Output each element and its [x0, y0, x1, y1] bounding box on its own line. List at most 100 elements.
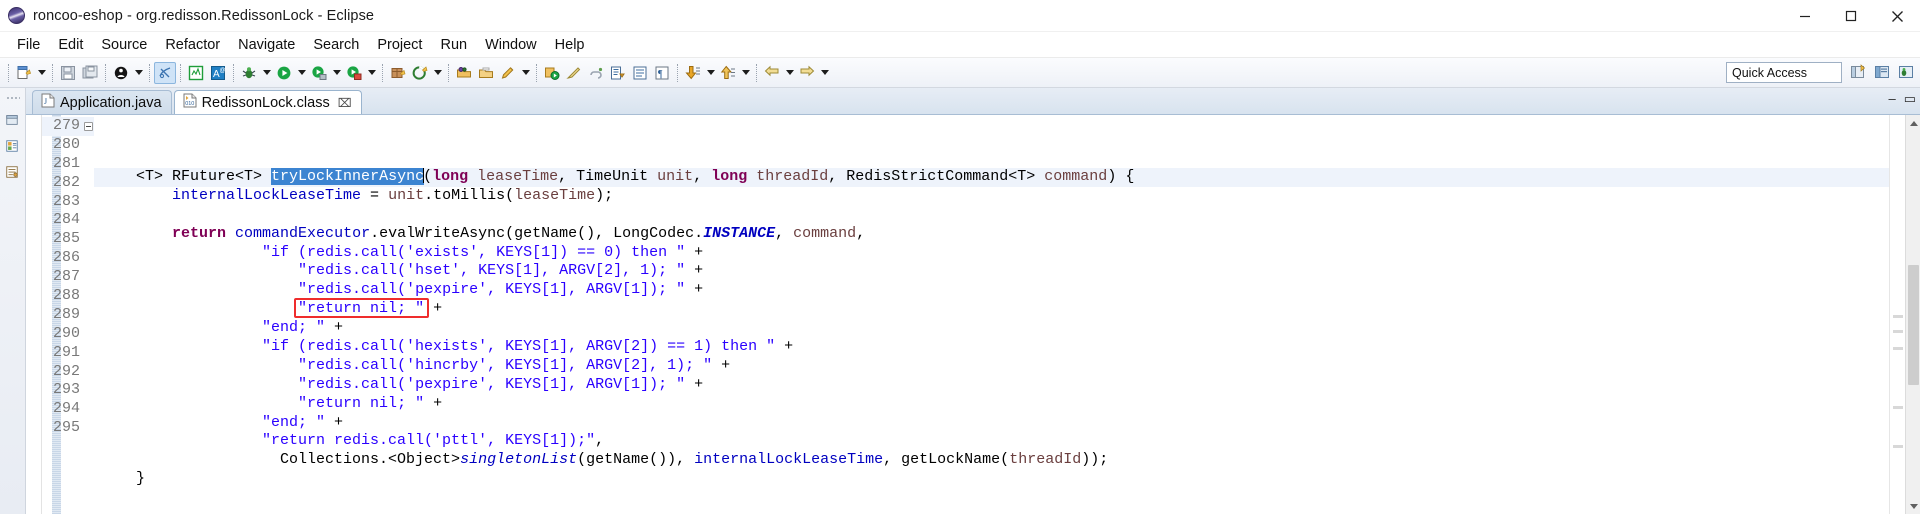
print-icon[interactable]	[110, 62, 132, 84]
tab-application-java[interactable]: J Application.java	[32, 90, 172, 114]
new-file-icon[interactable]	[13, 62, 35, 84]
brush-icon[interactable]	[563, 62, 585, 84]
menu-item-source[interactable]: Source	[92, 35, 156, 55]
coverage-dropdown-icon[interactable]	[365, 62, 378, 84]
code-token: leaseTime	[477, 168, 559, 185]
overview-ruler[interactable]	[1889, 115, 1905, 514]
menu-item-navigate[interactable]: Navigate	[229, 35, 304, 55]
mark-occurrences-icon[interactable]	[154, 61, 176, 84]
code-line[interactable]: "redis.call('pexpire', KEYS[1], ARGV[1])…	[94, 376, 1889, 395]
bug-icon[interactable]	[238, 62, 260, 84]
run-dropdown-icon[interactable]	[295, 62, 308, 84]
menu-item-run[interactable]: Run	[431, 35, 476, 55]
code-line[interactable]: "return nil; " +	[94, 395, 1889, 414]
code-line[interactable]: "if (redis.call('exists', KEYS[1]) == 0)…	[94, 244, 1889, 263]
code-line[interactable]: internalLockLeaseTime = unit.toMillis(le…	[94, 187, 1889, 206]
search-dropdown-icon[interactable]	[519, 62, 532, 84]
menu-item-refactor[interactable]: Refactor	[156, 35, 229, 55]
code-token: +	[325, 413, 344, 431]
new-wizard-dropdown-icon[interactable]	[35, 62, 48, 84]
print-dropdown-icon[interactable]	[132, 62, 145, 84]
annotation-icon[interactable]: A @	[207, 62, 229, 84]
run-icon[interactable]	[273, 62, 295, 84]
external-tools-dropdown-icon[interactable]	[330, 62, 343, 84]
save-icon[interactable]	[57, 62, 79, 84]
back-dropdown-icon[interactable]	[783, 62, 796, 84]
code-line[interactable]: "return nil; " +	[94, 300, 1889, 319]
git-icon[interactable]	[409, 62, 431, 84]
source-editor[interactable]: 279 280 281 282 283 284 285 286 287 288 289 290 291 2…	[26, 115, 1920, 514]
java-project-icon[interactable]	[185, 62, 207, 84]
code-line[interactable]: "redis.call('hset', KEYS[1], ARGV[2], 1)…	[94, 262, 1889, 281]
code-line[interactable]: "return redis.call('pttl', KEYS[1]);",	[94, 432, 1889, 451]
tab-redissonlock-class[interactable]: 010 RedissonLock.class ⌧	[173, 90, 362, 114]
profile-icon[interactable]	[541, 62, 563, 84]
arrow-down-icon[interactable]	[682, 62, 704, 84]
link-icon[interactable]	[585, 62, 607, 84]
debug-dropdown-icon[interactable]	[260, 62, 273, 84]
fold-collapse-icon[interactable]	[84, 122, 93, 131]
debug-perspective-icon[interactable]	[1895, 61, 1916, 82]
maximize-editor-icon[interactable]: ▭	[1904, 92, 1916, 105]
code-text[interactable]: <T> RFuture<T> tryLockInnerAsync(long le…	[94, 115, 1889, 514]
overview-mark	[1893, 406, 1903, 409]
arrow-up-icon[interactable]	[717, 62, 739, 84]
git-dropdown-icon[interactable]	[431, 62, 444, 84]
open-task-icon[interactable]	[475, 62, 497, 84]
java-perspective-icon[interactable]	[1871, 61, 1892, 82]
code-line[interactable]: Collections.<Object>singletonList(getNam…	[94, 451, 1889, 470]
code-line[interactable]: "end; " +	[94, 319, 1889, 338]
toolbar-separator	[756, 63, 757, 82]
restore-view-icon[interactable]	[5, 113, 21, 129]
code-token: commandExecutor	[235, 224, 371, 242]
close-button[interactable]	[1874, 0, 1920, 32]
next-annotation-icon[interactable]	[607, 62, 629, 84]
toolbar-separator	[677, 63, 678, 82]
forward-arrow-icon[interactable]	[796, 62, 818, 84]
code-line[interactable]: "end; " +	[94, 414, 1889, 433]
menu-item-search[interactable]: Search	[304, 35, 368, 55]
scroll-up-icon[interactable]	[1906, 115, 1920, 131]
package-icon[interactable]	[387, 62, 409, 84]
open-perspective-icon[interactable]	[1847, 61, 1868, 82]
minimize-editor-icon[interactable]: –	[1888, 92, 1895, 105]
search-pencil-icon[interactable]	[497, 62, 519, 84]
fast-view-bar	[0, 88, 26, 514]
scroll-down-icon[interactable]	[1906, 498, 1920, 514]
menu-item-file[interactable]: File	[8, 35, 49, 55]
package-explorer-icon[interactable]	[5, 139, 21, 155]
code-line[interactable]: "if (redis.call('hexists', KEYS[1], ARGV…	[94, 338, 1889, 357]
close-icon[interactable]: ⌧	[338, 96, 352, 110]
minimize-button[interactable]	[1782, 0, 1828, 32]
back-arrow-icon[interactable]	[761, 62, 783, 84]
fast-view-drag-handle[interactable]	[5, 96, 20, 101]
maximize-button[interactable]	[1828, 0, 1874, 32]
previous-edit-dropdown-icon[interactable]	[739, 62, 752, 84]
open-type-icon[interactable]	[453, 62, 475, 84]
coverage-icon[interactable]	[343, 62, 365, 84]
external-tools-icon[interactable]	[308, 62, 330, 84]
code-token: "redis.call('hset', KEYS[1], ARGV[2], 1)…	[298, 262, 686, 280]
line-number: 289	[52, 305, 80, 323]
menu-item-edit[interactable]: Edit	[49, 35, 92, 55]
code-line[interactable]: "redis.call('hincrby', KEYS[1], ARGV[2],…	[94, 357, 1889, 376]
quick-access-field[interactable]: Quick Access	[1726, 62, 1842, 83]
previous-annotation-icon[interactable]	[629, 62, 651, 84]
code-line[interactable]: return commandExecutor.evalWriteAsync(ge…	[94, 225, 1889, 244]
menu-item-window[interactable]: Window	[476, 35, 546, 55]
code-line[interactable]: }	[94, 470, 1889, 489]
outline-view-icon[interactable]	[5, 165, 21, 181]
code-line[interactable]: "redis.call('pexpire', KEYS[1], ARGV[1])…	[94, 281, 1889, 300]
menu-item-help[interactable]: Help	[546, 35, 594, 55]
vertical-scrollbar[interactable]	[1905, 115, 1920, 514]
code-line[interactable]: <T> RFuture<T> tryLockInnerAsync(long le…	[94, 168, 1889, 187]
marker-ruler[interactable]	[26, 115, 42, 514]
code-line[interactable]	[94, 206, 1889, 225]
menu-item-project[interactable]: Project	[368, 35, 431, 55]
save-all-icon[interactable]	[79, 62, 101, 84]
pilcrow-icon[interactable]: ¶	[651, 62, 673, 84]
forward-dropdown-icon[interactable]	[818, 62, 831, 84]
scrollbar-thumb[interactable]	[1908, 265, 1919, 385]
code-token: , getLockName(	[883, 451, 1010, 469]
next-edit-dropdown-icon[interactable]	[704, 62, 717, 84]
